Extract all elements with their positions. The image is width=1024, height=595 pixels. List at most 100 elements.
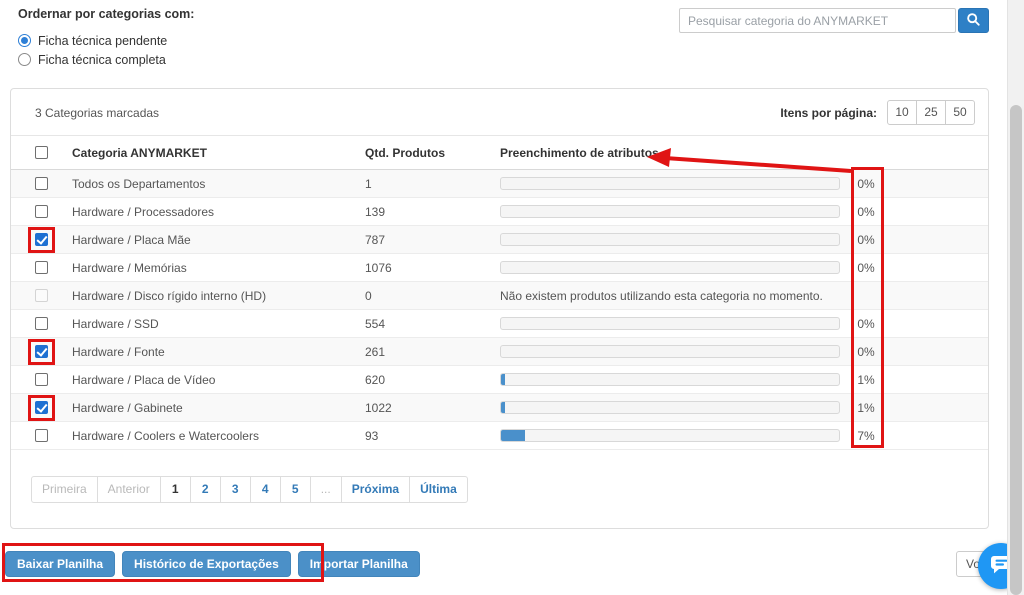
pagination-3[interactable]: 3 [219, 476, 251, 503]
progress-fill [501, 430, 525, 441]
progress-fill [501, 402, 505, 413]
annotation-checkbox-box [28, 339, 55, 365]
qty-cell: 787 [365, 233, 386, 247]
table-row: Hardware / Coolers e Watercoolers 93 7% [11, 422, 988, 450]
sort-label: Ordernar por categorias com: [18, 7, 195, 21]
percent-cell: 7% [857, 429, 875, 443]
page-scrollbar-track [1007, 0, 1024, 595]
pagination-prxima[interactable]: Próxima [340, 476, 411, 503]
row-checkbox[interactable] [35, 177, 48, 190]
search-icon [966, 12, 981, 30]
qty-cell: 1076 [365, 261, 392, 275]
pagination-4[interactable]: 4 [249, 476, 281, 503]
column-header-qty: Qtd. Produtos [365, 146, 445, 160]
progress-bar [500, 429, 840, 442]
pagination-ltima[interactable]: Última [409, 476, 468, 503]
pagination-2[interactable]: 2 [189, 476, 221, 503]
radio-unselected-icon[interactable] [18, 53, 31, 66]
radio-label: Ficha técnica completa [38, 52, 166, 67]
percent-cell: 0% [857, 233, 875, 247]
category-cell: Todos os Departamentos [72, 177, 206, 191]
column-header-category: Categoria ANYMARKET [72, 146, 207, 160]
percent-cell: 0% [857, 345, 875, 359]
radio-selected-icon[interactable] [18, 34, 31, 47]
category-cell: Hardware / Memórias [72, 261, 187, 275]
table-row: Hardware / Processadores 139 0% [11, 198, 988, 226]
sort-radio-group: Ficha técnica pendente Ficha técnica comp… [18, 31, 167, 69]
progress-bar [500, 345, 840, 358]
row-checkbox[interactable] [35, 429, 48, 442]
row-checkbox[interactable] [35, 373, 48, 386]
search-input[interactable] [679, 8, 956, 33]
progress-bar [500, 261, 840, 274]
percent-cell: 0% [857, 177, 875, 191]
page-size-option-50[interactable]: 50 [945, 100, 975, 125]
progress-bar [500, 177, 840, 190]
action-button[interactable]: Baixar Planilha [5, 551, 116, 577]
sort-radio-option[interactable]: Ficha técnica completa [18, 50, 167, 69]
action-button[interactable]: Importar Planilha [297, 551, 420, 577]
search-bar [679, 8, 989, 33]
category-cell: Hardware / Placa Mãe [72, 233, 191, 247]
page-size-option-10[interactable]: 10 [887, 100, 917, 125]
qty-cell: 261 [365, 345, 386, 359]
category-cell: Hardware / SSD [72, 317, 159, 331]
row-checkbox[interactable] [35, 317, 48, 330]
table-row: Hardware / Disco rígido interno (HD) 0 Não… [11, 282, 988, 310]
qty-cell: 0 [365, 289, 372, 303]
progress-bar [500, 373, 840, 386]
progress-fill [501, 374, 505, 385]
percent-cell: 0% [857, 261, 875, 275]
percent-cell: 0% [857, 317, 875, 331]
progress-bar [500, 205, 840, 218]
row-checkbox[interactable] [35, 261, 48, 274]
qty-cell: 93 [365, 429, 379, 443]
empty-category-message: Não existem produtos utilizando esta cat… [500, 289, 823, 303]
progress-bar [500, 317, 840, 330]
page-size-option-25[interactable]: 25 [916, 100, 946, 125]
bottom-actions: Baixar Planilha Histórico de Exportações I… [5, 551, 420, 577]
category-cell: Hardware / Processadores [72, 205, 215, 219]
marked-categories-summary: 3 Categorias marcadas [35, 106, 160, 120]
category-cell: Hardware / Coolers e Watercoolers [72, 429, 259, 443]
table-row: Todos os Departamentos 1 0% [11, 170, 988, 198]
pagination-5[interactable]: 5 [279, 476, 311, 503]
column-header-progress: Preenchimento de atributos [500, 146, 659, 160]
percent-cell: 1% [857, 373, 875, 387]
table-row: Hardware / Fonte 261 0% [11, 338, 988, 366]
table-row: Hardware / Gabinete 1022 1% [11, 394, 988, 422]
table-row: Hardware / Placa Mãe 787 0% [11, 226, 988, 254]
row-checkbox[interactable] [35, 205, 48, 218]
categories-panel: 3 Categorias marcadas Itens por página: … [10, 88, 989, 529]
pagination-anterior: Anterior [96, 476, 161, 503]
sort-radio-option[interactable]: Ficha técnica pendente [18, 31, 167, 50]
items-per-page: Itens por página: 10 25 50 [780, 100, 975, 125]
table-row: Hardware / SSD 554 0% [11, 310, 988, 338]
radio-label: Ficha técnica pendente [38, 33, 168, 48]
annotation-checkbox-box [28, 227, 55, 253]
category-cell: Hardware / Disco rígido interno (HD) [72, 289, 267, 303]
annotation-checkbox-box [28, 395, 55, 421]
action-button[interactable]: Histórico de Exportações [122, 551, 291, 577]
select-all-checkbox[interactable] [35, 146, 48, 159]
search-button[interactable] [958, 8, 989, 33]
category-cell: Hardware / Placa de Vídeo [72, 373, 216, 387]
row-checkbox [35, 289, 48, 302]
percent-cell: 1% [857, 401, 875, 415]
qty-cell: 139 [365, 205, 386, 219]
qty-cell: 1 [365, 177, 372, 191]
category-cell: Hardware / Fonte [72, 345, 165, 359]
page-size-group: 10 25 50 [887, 100, 975, 125]
qty-cell: 554 [365, 317, 386, 331]
page-scrollbar-thumb[interactable] [1010, 105, 1022, 595]
items-per-page-label: Itens por página: [780, 105, 877, 120]
pagination-primeira: Primeira [31, 476, 98, 503]
percent-cell: 0% [857, 205, 875, 219]
table-row: Hardware / Memórias 1076 0% [11, 254, 988, 282]
pagination: Primeira Anterior 1 2 3 4 5... Próxima Última [31, 476, 468, 503]
table-body: Todos os Departamentos 1 0% Hardware / Proc… [11, 170, 988, 450]
table-row: Hardware / Placa de Vídeo 620 1% [11, 366, 988, 394]
panel-header: 3 Categorias marcadas Itens por página: … [11, 89, 988, 136]
pagination-1[interactable]: 1 [159, 476, 191, 503]
progress-bar [500, 401, 840, 414]
